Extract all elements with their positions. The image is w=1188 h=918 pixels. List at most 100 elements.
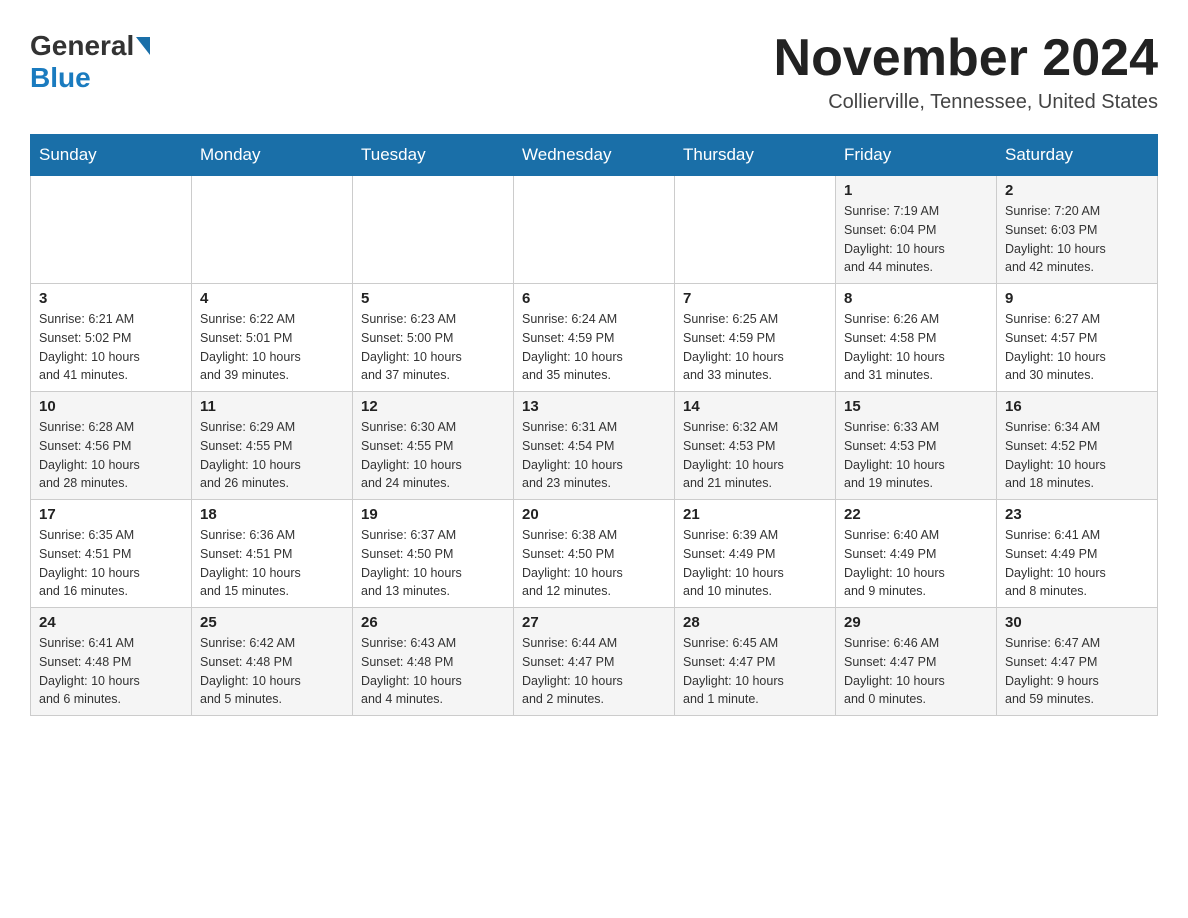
- calendar-cell: 26 Sunrise: 6:43 AM Sunset: 4:48 PM Dayli…: [353, 608, 514, 716]
- calendar-cell: 5Sunrise: 6:23 AM Sunset: 5:00 PM Daylig…: [353, 284, 514, 392]
- calendar-week-row: 3 Sunrise: 6:21 AM Sunset: 5:02 PM Daylig…: [31, 284, 1158, 392]
- day-info: Sunrise: 6:43 AM Sunset: 4:48 PM Dayligh…: [361, 634, 505, 709]
- day-number: 27: [522, 614, 666, 631]
- calendar-cell: 21 Sunrise: 6:39 AM Sunset: 4:49 PM Dayli…: [675, 500, 836, 608]
- weekday-header-row: SundayMondayTuesdayWednesdayThursdayFrid…: [31, 135, 1158, 176]
- location: Collierville, Tennessee, United States: [774, 91, 1158, 114]
- day-info: Sunrise: 6:34 AM Sunset: 4:52 PM Dayligh…: [1005, 418, 1149, 493]
- day-number: 11: [200, 398, 344, 415]
- day-number: 8: [844, 290, 988, 307]
- logo-general-text: General: [30, 30, 134, 62]
- day-info: Sunrise: 6:45 AM Sunset: 4:47 PM Dayligh…: [683, 634, 827, 709]
- day-info: Sunrise: 6:33 AM Sunset: 4:53 PM Dayligh…: [844, 418, 988, 493]
- calendar-cell: 12 Sunrise: 6:30 AM Sunset: 4:55 PM Dayli…: [353, 392, 514, 500]
- calendar-cell: 25 Sunrise: 6:42 AM Sunset: 4:48 PM Dayli…: [192, 608, 353, 716]
- calendar-cell: 13 Sunrise: 6:31 AM Sunset: 4:54 PM Dayli…: [514, 392, 675, 500]
- calendar-cell: 28 Sunrise: 6:45 AM Sunset: 4:47 PM Dayli…: [675, 608, 836, 716]
- calendar-cell: 9Sunrise: 6:27 AM Sunset: 4:57 PM Daylig…: [997, 284, 1158, 392]
- calendar-cell: 15Sunrise: 6:33 AM Sunset: 4:53 PM Dayli…: [836, 392, 997, 500]
- weekday-header-friday: Friday: [836, 135, 997, 176]
- day-number: 5: [361, 290, 505, 307]
- day-info: Sunrise: 6:22 AM Sunset: 5:01 PM Dayligh…: [200, 310, 344, 385]
- day-info: Sunrise: 6:29 AM Sunset: 4:55 PM Dayligh…: [200, 418, 344, 493]
- day-number: 14: [683, 398, 827, 415]
- day-number: 12: [361, 398, 505, 415]
- day-info: Sunrise: 7:20 AM Sunset: 6:03 PM Dayligh…: [1005, 202, 1149, 277]
- day-info: Sunrise: 6:26 AM Sunset: 4:58 PM Dayligh…: [844, 310, 988, 385]
- day-info: Sunrise: 6:24 AM Sunset: 4:59 PM Dayligh…: [522, 310, 666, 385]
- weekday-header-monday: Monday: [192, 135, 353, 176]
- title-block: November 2024 Collierville, Tennessee, U…: [774, 30, 1158, 114]
- calendar-week-row: 17Sunrise: 6:35 AM Sunset: 4:51 PM Dayli…: [31, 500, 1158, 608]
- day-info: Sunrise: 6:39 AM Sunset: 4:49 PM Dayligh…: [683, 526, 827, 601]
- day-info: Sunrise: 6:41 AM Sunset: 4:49 PM Dayligh…: [1005, 526, 1149, 601]
- day-info: Sunrise: 6:27 AM Sunset: 4:57 PM Dayligh…: [1005, 310, 1149, 385]
- calendar-cell: 20 Sunrise: 6:38 AM Sunset: 4:50 PM Dayli…: [514, 500, 675, 608]
- day-number: 25: [200, 614, 344, 631]
- day-number: 13: [522, 398, 666, 415]
- calendar-cell: 10 Sunrise: 6:28 AM Sunset: 4:56 PM Dayli…: [31, 392, 192, 500]
- day-number: 29: [844, 614, 988, 631]
- day-number: 16: [1005, 398, 1149, 415]
- calendar-cell: 27 Sunrise: 6:44 AM Sunset: 4:47 PM Dayli…: [514, 608, 675, 716]
- day-number: 22: [844, 506, 988, 523]
- day-number: 10: [39, 398, 183, 415]
- calendar-cell: 3 Sunrise: 6:21 AM Sunset: 5:02 PM Daylig…: [31, 284, 192, 392]
- calendar-cell: 29Sunrise: 6:46 AM Sunset: 4:47 PM Dayli…: [836, 608, 997, 716]
- day-number: 26: [361, 614, 505, 631]
- day-number: 4: [200, 290, 344, 307]
- day-info: Sunrise: 6:42 AM Sunset: 4:48 PM Dayligh…: [200, 634, 344, 709]
- calendar-cell: 18 Sunrise: 6:36 AM Sunset: 4:51 PM Dayli…: [192, 500, 353, 608]
- calendar-cell: 4 Sunrise: 6:22 AM Sunset: 5:01 PM Daylig…: [192, 284, 353, 392]
- day-info: Sunrise: 7:19 AM Sunset: 6:04 PM Dayligh…: [844, 202, 988, 277]
- day-info: Sunrise: 6:37 AM Sunset: 4:50 PM Dayligh…: [361, 526, 505, 601]
- calendar-cell: 7Sunrise: 6:25 AM Sunset: 4:59 PM Daylig…: [675, 284, 836, 392]
- calendar-cell: 11 Sunrise: 6:29 AM Sunset: 4:55 PM Dayli…: [192, 392, 353, 500]
- calendar-cell: 23Sunrise: 6:41 AM Sunset: 4:49 PM Dayli…: [997, 500, 1158, 608]
- day-info: Sunrise: 6:40 AM Sunset: 4:49 PM Dayligh…: [844, 526, 988, 601]
- day-number: 19: [361, 506, 505, 523]
- logo-blue-text: Blue: [30, 62, 91, 93]
- day-info: Sunrise: 6:38 AM Sunset: 4:50 PM Dayligh…: [522, 526, 666, 601]
- day-info: Sunrise: 6:44 AM Sunset: 4:47 PM Dayligh…: [522, 634, 666, 709]
- calendar-cell: 6 Sunrise: 6:24 AM Sunset: 4:59 PM Daylig…: [514, 284, 675, 392]
- day-info: Sunrise: 6:35 AM Sunset: 4:51 PM Dayligh…: [39, 526, 183, 601]
- day-info: Sunrise: 6:36 AM Sunset: 4:51 PM Dayligh…: [200, 526, 344, 601]
- calendar-cell: 1Sunrise: 7:19 AM Sunset: 6:04 PM Daylig…: [836, 176, 997, 284]
- calendar-cell: [675, 176, 836, 284]
- calendar-week-row: 10 Sunrise: 6:28 AM Sunset: 4:56 PM Dayli…: [31, 392, 1158, 500]
- logo-arrow-icon: [136, 37, 150, 55]
- weekday-header-wednesday: Wednesday: [514, 135, 675, 176]
- day-number: 6: [522, 290, 666, 307]
- day-number: 28: [683, 614, 827, 631]
- day-number: 3: [39, 290, 183, 307]
- day-number: 7: [683, 290, 827, 307]
- calendar-week-row: 1Sunrise: 7:19 AM Sunset: 6:04 PM Daylig…: [31, 176, 1158, 284]
- day-info: Sunrise: 6:21 AM Sunset: 5:02 PM Dayligh…: [39, 310, 183, 385]
- day-number: 18: [200, 506, 344, 523]
- calendar-cell: [31, 176, 192, 284]
- day-number: 20: [522, 506, 666, 523]
- day-info: Sunrise: 6:31 AM Sunset: 4:54 PM Dayligh…: [522, 418, 666, 493]
- day-info: Sunrise: 6:30 AM Sunset: 4:55 PM Dayligh…: [361, 418, 505, 493]
- weekday-header-thursday: Thursday: [675, 135, 836, 176]
- day-info: Sunrise: 6:28 AM Sunset: 4:56 PM Dayligh…: [39, 418, 183, 493]
- calendar-cell: 2Sunrise: 7:20 AM Sunset: 6:03 PM Daylig…: [997, 176, 1158, 284]
- weekday-header-tuesday: Tuesday: [353, 135, 514, 176]
- calendar-cell: [192, 176, 353, 284]
- calendar-cell: 19 Sunrise: 6:37 AM Sunset: 4:50 PM Dayli…: [353, 500, 514, 608]
- month-title: November 2024: [774, 30, 1158, 87]
- day-number: 21: [683, 506, 827, 523]
- day-number: 30: [1005, 614, 1149, 631]
- calendar-cell: 8 Sunrise: 6:26 AM Sunset: 4:58 PM Daylig…: [836, 284, 997, 392]
- logo: General Blue: [30, 30, 152, 94]
- calendar-cell: 14 Sunrise: 6:32 AM Sunset: 4:53 PM Dayli…: [675, 392, 836, 500]
- calendar-cell: [353, 176, 514, 284]
- calendar-table: SundayMondayTuesdayWednesdayThursdayFrid…: [30, 134, 1158, 716]
- day-info: Sunrise: 6:32 AM Sunset: 4:53 PM Dayligh…: [683, 418, 827, 493]
- day-info: Sunrise: 6:41 AM Sunset: 4:48 PM Dayligh…: [39, 634, 183, 709]
- calendar-week-row: 24Sunrise: 6:41 AM Sunset: 4:48 PM Dayli…: [31, 608, 1158, 716]
- calendar-cell: 24Sunrise: 6:41 AM Sunset: 4:48 PM Dayli…: [31, 608, 192, 716]
- page-header: General Blue November 2024 Collierville,…: [30, 30, 1158, 114]
- calendar-cell: 22 Sunrise: 6:40 AM Sunset: 4:49 PM Dayli…: [836, 500, 997, 608]
